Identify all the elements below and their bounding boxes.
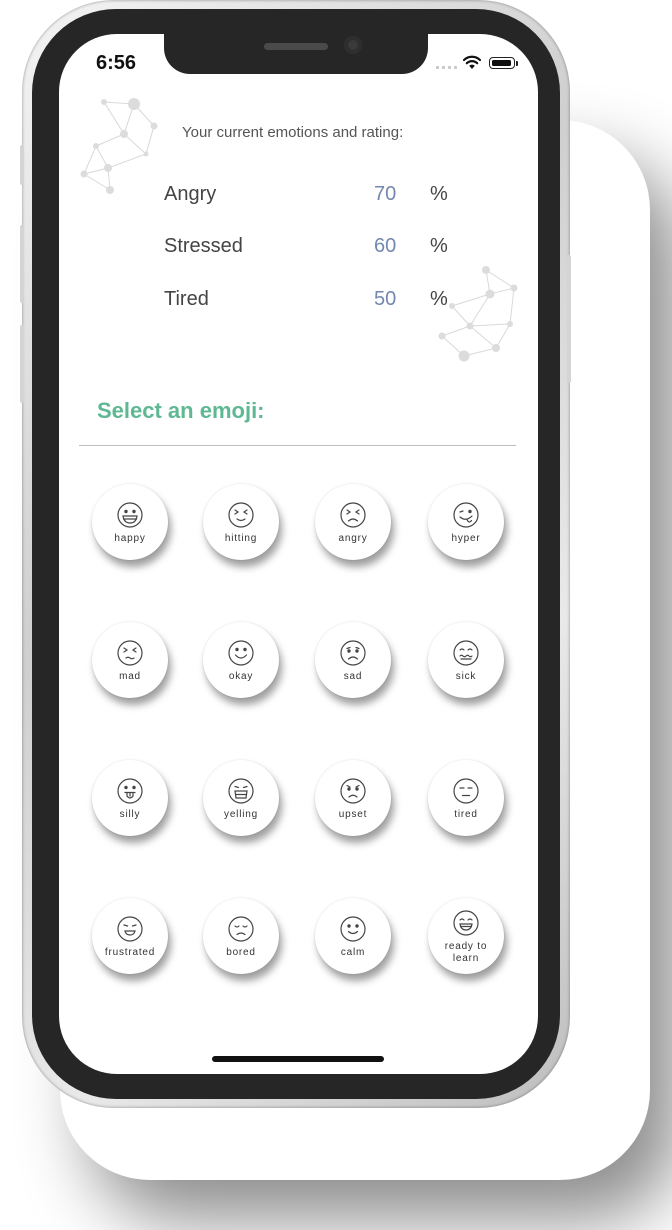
- tongue-out-face-icon: [117, 778, 143, 804]
- cellular-signal-icon: [436, 66, 457, 69]
- emoji-label: hyper: [451, 533, 481, 544]
- emoji-button-ready-to-learn[interactable]: ready to learn: [428, 898, 504, 974]
- battery-icon: [489, 57, 518, 69]
- bored-face-icon: [228, 916, 254, 942]
- notch: [164, 34, 428, 74]
- nauseated-face-icon: [453, 640, 479, 666]
- emoji-label: ready to learn: [444, 941, 488, 964]
- emotion-rating: 50: [374, 288, 397, 310]
- emoji-label: tired: [454, 809, 478, 820]
- emoji-label: mad: [119, 671, 141, 682]
- mute-switch: [20, 145, 24, 185]
- emoji-label: okay: [228, 671, 254, 682]
- emoji-button-hyper[interactable]: hyper: [428, 484, 504, 560]
- emotion-name: Stressed: [164, 235, 243, 257]
- emoji-button-angry[interactable]: angry: [315, 484, 391, 560]
- current-emotions-heading: Your current emotions and rating:: [182, 124, 404, 141]
- emoji-button-happy[interactable]: happy: [92, 484, 168, 560]
- earpiece-speaker: [264, 43, 328, 50]
- emotion-rating: 60: [374, 235, 397, 257]
- emoji-label: happy: [114, 533, 146, 544]
- select-emoji-title: Select an emoji:: [97, 398, 265, 423]
- emoji-label: hitting: [224, 533, 258, 544]
- front-camera: [344, 36, 362, 54]
- emoji-button-calm[interactable]: calm: [315, 898, 391, 974]
- emoji-label: upset: [338, 809, 368, 820]
- upset-face-icon: [340, 778, 366, 804]
- sad-face-icon: [340, 640, 366, 666]
- emotion-name: Tired: [164, 288, 209, 310]
- volume-down-button: [20, 325, 24, 403]
- emoji-label: calm: [340, 947, 366, 958]
- emoji-label: bored: [226, 947, 256, 958]
- emoji-label: yelling: [224, 809, 258, 820]
- percent-sign: %: [430, 235, 448, 257]
- emoji-label: angry: [338, 533, 368, 544]
- emoji-label: sad: [343, 671, 363, 682]
- eager-face-icon: [453, 910, 479, 936]
- emotion-rating: 70: [374, 183, 397, 205]
- percent-sign: %: [430, 183, 448, 205]
- emoji-button-sick[interactable]: sick: [428, 622, 504, 698]
- grinning-face-icon: [117, 502, 143, 528]
- emoji-button-mad[interactable]: mad: [92, 622, 168, 698]
- emoji-button-okay[interactable]: okay: [203, 622, 279, 698]
- emoji-button-sad[interactable]: sad: [315, 622, 391, 698]
- section-divider: [79, 445, 516, 446]
- emoji-button-bored[interactable]: bored: [203, 898, 279, 974]
- status-time: 6:56: [96, 52, 137, 74]
- emotion-row-angry: Angry 70 %: [0, 183, 672, 213]
- squinting-face-icon: [228, 502, 254, 528]
- wifi-icon: [462, 55, 482, 69]
- percent-sign: %: [430, 288, 448, 310]
- emotion-row-tired: Tired 50 %: [0, 288, 672, 318]
- yelling-face-icon: [228, 778, 254, 804]
- frowning-squint-face-icon: [340, 502, 366, 528]
- winking-tongue-face-icon: [453, 502, 479, 528]
- mad-face-icon: [117, 640, 143, 666]
- emoji-button-yelling[interactable]: yelling: [203, 760, 279, 836]
- emoji-button-tired[interactable]: tired: [428, 760, 504, 836]
- smiling-face-icon: [228, 640, 254, 666]
- emoji-label: silly: [119, 809, 141, 820]
- power-button: [567, 255, 571, 383]
- emoji-button-upset[interactable]: upset: [315, 760, 391, 836]
- calm-face-icon: [340, 916, 366, 942]
- frustrated-face-icon: [117, 916, 143, 942]
- emotion-row-stressed: Stressed 60 %: [0, 235, 672, 265]
- emoji-button-silly[interactable]: silly: [92, 760, 168, 836]
- emoji-button-frustrated[interactable]: frustrated: [92, 898, 168, 974]
- emoji-label: sick: [455, 671, 477, 682]
- emoji-label: frustrated: [104, 947, 156, 958]
- home-indicator[interactable]: [212, 1056, 384, 1062]
- emoji-button-hitting[interactable]: hitting: [203, 484, 279, 560]
- tired-face-icon: [453, 778, 479, 804]
- emotion-name: Angry: [164, 183, 217, 205]
